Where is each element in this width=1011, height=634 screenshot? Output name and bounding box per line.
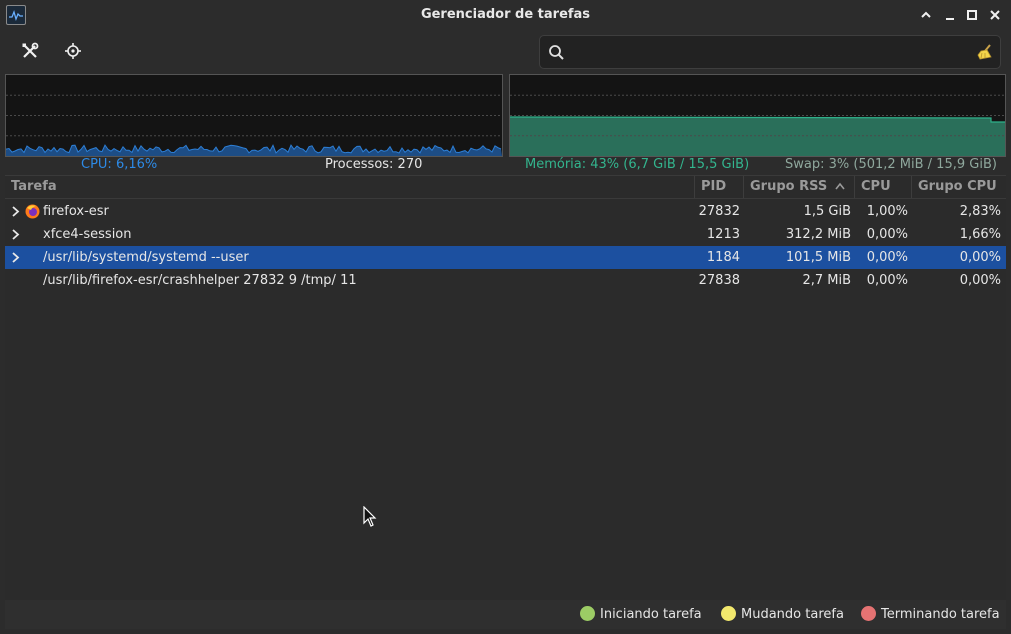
select-window-button[interactable] <box>58 37 88 65</box>
column-header-cpu[interactable]: CPU <box>855 176 912 198</box>
crosshair-icon <box>65 43 81 59</box>
cell-group-cpu: 0,00% <box>959 273 1001 288</box>
cell-task: xfce4-session <box>43 227 132 242</box>
cell-pid: 1184 <box>706 250 740 265</box>
cell-pid: 1213 <box>706 227 740 242</box>
title-bar: Gerenciador de tarefas <box>0 0 1011 31</box>
cell-group-rss: 101,5 MiB <box>785 250 851 265</box>
process-count-label: Processos: 270 <box>325 157 423 172</box>
cell-cpu: 0,00% <box>866 250 908 265</box>
search-icon <box>549 45 564 60</box>
cell-cpu: 0,00% <box>866 273 908 288</box>
cell-group-cpu: 2,83% <box>959 204 1001 219</box>
cpu-graph <box>5 74 503 157</box>
close-window-button[interactable] <box>986 6 1004 24</box>
chevron-right-icon[interactable] <box>11 252 21 263</box>
cell-task: /usr/lib/systemd/systemd --user <box>43 250 249 265</box>
minimize-window-button[interactable] <box>941 6 959 24</box>
cell-group-rss: 1,5 GiB <box>803 204 851 219</box>
starting-dot-icon <box>580 606 595 621</box>
legend-terminating: Terminando tarefa <box>861 606 1000 624</box>
table-row[interactable]: xfce4-session 1213 312,2 MiB 0,00% 1,66% <box>5 223 1006 246</box>
table-row[interactable]: firefox-esr 27832 1,5 GiB 1,00% 2,83% <box>5 200 1006 223</box>
cell-cpu: 0,00% <box>866 227 908 242</box>
process-table: Tarefa PID Grupo RSS CPU Grupo CPU firef… <box>5 175 1006 600</box>
memory-graph <box>509 74 1006 157</box>
terminating-dot-icon <box>861 606 876 621</box>
firefox-icon <box>25 204 40 219</box>
cell-pid: 27832 <box>698 204 740 219</box>
cell-pid: 27838 <box>698 273 740 288</box>
status-bar: Iniciando tarefa Mudando tarefa Terminan… <box>5 600 1006 629</box>
shade-window-button[interactable] <box>917 6 935 24</box>
table-header: Tarefa PID Grupo RSS CPU Grupo CPU <box>5 175 1006 199</box>
cell-group-rss: 312,2 MiB <box>785 227 851 242</box>
cell-task: /usr/lib/firefox-esr/crashhelper 27832 9… <box>43 273 357 288</box>
cell-cpu: 1,00% <box>866 204 908 219</box>
search-field[interactable] <box>539 35 1001 69</box>
memory-usage-area <box>510 116 1005 156</box>
cell-group-cpu: 0,00% <box>959 250 1001 265</box>
tools-icon <box>22 42 39 58</box>
close-icon <box>990 10 1000 20</box>
swap-usage-label: Swap: 3% (501,2 MiB / 15,9 GiB) <box>785 157 997 172</box>
cpu-usage-label: CPU: 6,16% <box>81 157 158 172</box>
maximize-icon <box>967 10 977 20</box>
memory-usage-label: Memória: 43% (6,7 GiB / 15,5 GiB) <box>525 157 750 172</box>
table-row[interactable]: /usr/lib/firefox-esr/crashhelper 27832 9… <box>5 269 1006 292</box>
column-header-pid[interactable]: PID <box>695 176 744 198</box>
mouse-cursor-icon <box>363 506 377 527</box>
table-row[interactable]: /usr/lib/systemd/systemd --user 1184 101,5… <box>5 246 1006 269</box>
column-header-group-rss[interactable]: Grupo RSS <box>744 176 855 198</box>
cell-group-rss: 2,7 MiB <box>802 273 851 288</box>
chevron-right-icon[interactable] <box>11 229 21 240</box>
column-header-task[interactable]: Tarefa <box>5 176 695 198</box>
broom-clear-icon[interactable] <box>976 43 994 61</box>
cell-task: firefox-esr <box>43 204 109 219</box>
column-header-group-cpu[interactable]: Grupo CPU <box>912 176 1006 198</box>
chevron-up-icon <box>921 11 931 18</box>
cell-group-cpu: 1,66% <box>959 227 1001 242</box>
legend-changing: Mudando tarefa <box>721 606 844 624</box>
search-input[interactable] <box>572 42 962 62</box>
chevron-right-icon[interactable] <box>11 206 21 217</box>
settings-button[interactable] <box>15 37 45 65</box>
legend-starting: Iniciando tarefa <box>580 606 702 624</box>
window-title: Gerenciador de tarefas <box>420 7 591 22</box>
changing-dot-icon <box>721 606 736 621</box>
minimize-icon <box>946 18 954 20</box>
sort-ascending-icon <box>835 182 845 190</box>
maximize-window-button[interactable] <box>963 6 981 24</box>
